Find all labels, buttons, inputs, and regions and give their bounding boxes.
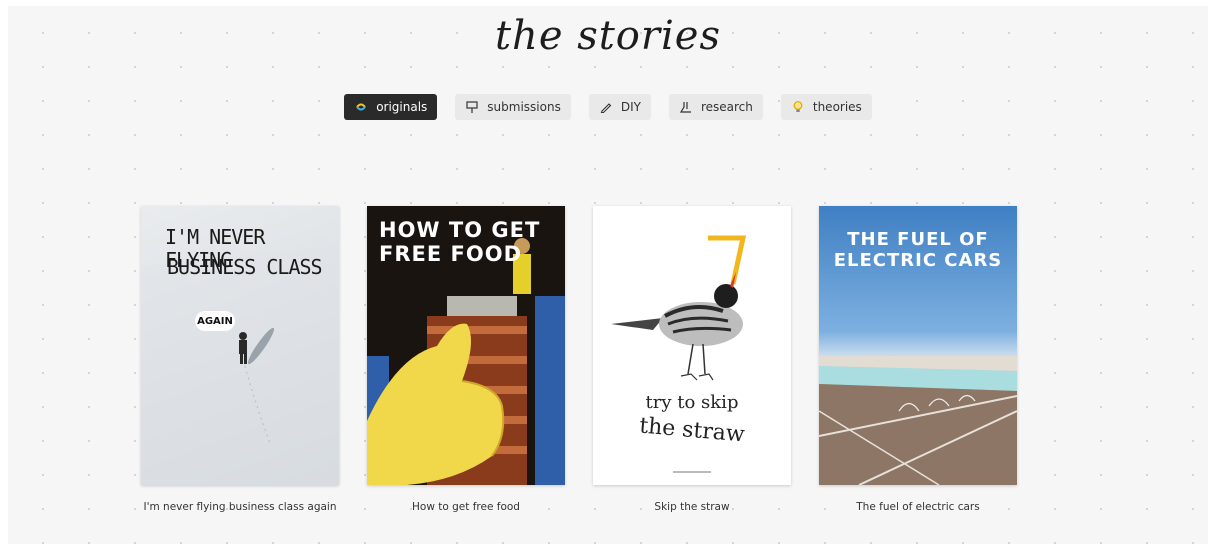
tab-label: research bbox=[700, 100, 753, 114]
story-poster[interactable]: HOW TO GET FREE FOOD bbox=[367, 206, 565, 485]
tab-theories[interactable]: theories bbox=[780, 94, 872, 120]
story-card-electric-cars[interactable]: THE FUEL OF ELECTRIC CARS The fuel of el… bbox=[819, 206, 1017, 513]
site-logo[interactable]: the stories bbox=[8, 8, 1208, 64]
story-grid: I'M NEVER FLYING BUSINESS CLASS AGAIN I'… bbox=[141, 206, 1017, 513]
story-caption[interactable]: Skip the straw bbox=[593, 501, 791, 513]
poster-title: HOW TO GET FREE FOOD bbox=[379, 218, 541, 267]
story-card-free-food[interactable]: HOW TO GET FREE FOOD How to get free foo… bbox=[367, 206, 565, 513]
tab-label: theories bbox=[812, 100, 862, 114]
poster-title: THE FUEL OF ELECTRIC CARS bbox=[833, 229, 1003, 271]
logo-text: the stories bbox=[494, 13, 722, 59]
story-caption[interactable]: The fuel of electric cars bbox=[819, 501, 1017, 513]
sign-icon bbox=[465, 100, 479, 114]
tab-submissions[interactable]: submissions bbox=[455, 94, 571, 120]
story-card-skip-straw[interactable]: try to skip the straw Skip the straw bbox=[593, 206, 791, 513]
swirl-icon bbox=[354, 100, 368, 114]
story-poster[interactable]: THE FUEL OF ELECTRIC CARS bbox=[819, 206, 1017, 485]
poster-title-line2: BUSINESS CLASS bbox=[167, 255, 323, 279]
tab-label: DIY bbox=[620, 100, 641, 114]
category-tabs: originals submissions DIY research theor… bbox=[8, 94, 1208, 120]
poster-badge: AGAIN bbox=[195, 311, 235, 331]
flask-icon bbox=[679, 100, 693, 114]
story-poster[interactable]: try to skip the straw bbox=[593, 206, 791, 485]
tab-label: originals bbox=[376, 100, 428, 114]
story-card-business-class[interactable]: I'M NEVER FLYING BUSINESS CLASS AGAIN I'… bbox=[141, 206, 339, 513]
lightbulb-icon bbox=[791, 100, 805, 114]
tab-label: submissions bbox=[487, 100, 561, 114]
poster-title-line1: try to skip bbox=[645, 392, 739, 413]
tab-diy[interactable]: DIY bbox=[588, 94, 651, 120]
pencil-icon bbox=[599, 100, 613, 114]
page-background: the stories originals submissions DIY re… bbox=[8, 6, 1208, 544]
story-caption[interactable]: How to get free food bbox=[367, 501, 565, 513]
tab-originals[interactable]: originals bbox=[344, 94, 438, 120]
story-poster[interactable]: I'M NEVER FLYING BUSINESS CLASS AGAIN bbox=[141, 206, 339, 485]
story-caption[interactable]: I'm never flying business class again bbox=[141, 501, 339, 513]
tab-research[interactable]: research bbox=[668, 94, 763, 120]
